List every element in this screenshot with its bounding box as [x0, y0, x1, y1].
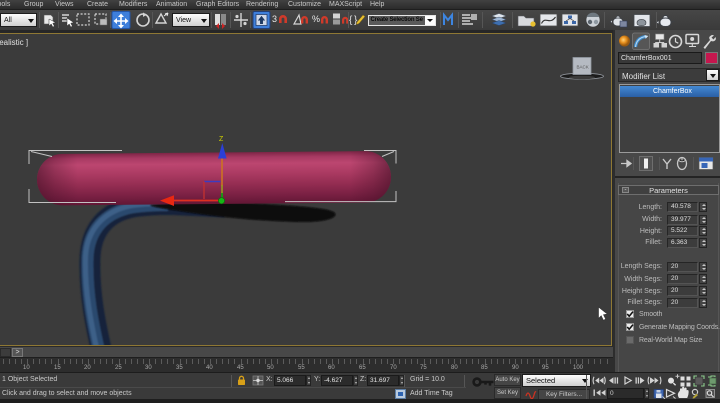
- svg-text:BACK: BACK: [577, 65, 589, 70]
- svg-text:Z: Z: [219, 136, 224, 143]
